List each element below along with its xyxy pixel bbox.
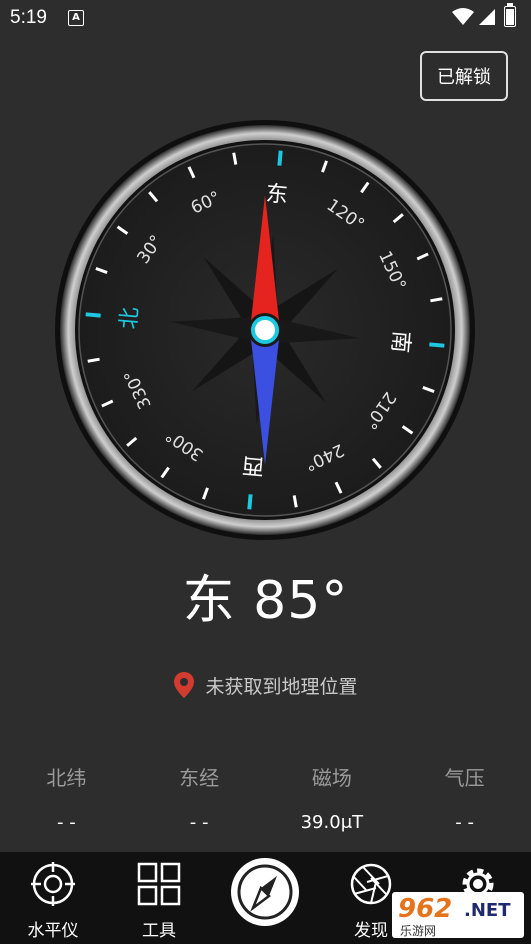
wifi-icon — [452, 8, 474, 25]
watermark-brand: 962 — [398, 894, 453, 924]
stat-longitude: 东经 - - — [133, 762, 266, 833]
unlock-button[interactable]: 已解锁 — [420, 51, 508, 101]
battery-icon — [504, 3, 516, 27]
sensor-stats: 北纬 - - 东经 - - 磁场 39.0μT 气压 - - — [0, 762, 531, 833]
compass-tick — [292, 495, 298, 508]
grid-icon — [137, 862, 181, 906]
compass-tick — [87, 357, 100, 363]
compass-dial: 30° 60° 120° 150° 210° 240° 300° 330° 北东南西 — [0, 110, 531, 550]
nav-level[interactable]: 水平仪 — [3, 852, 103, 944]
status-bar: 5:19 A — [0, 0, 531, 36]
watermark-net: .NET — [464, 900, 511, 921]
compass-tick — [429, 342, 445, 348]
watermark-sub: 乐游网 — [400, 924, 437, 938]
compass-cardinal-label: 西 — [241, 452, 265, 479]
stat-latitude: 北纬 - - — [0, 762, 133, 833]
compass-icon — [237, 864, 293, 920]
compass-cardinal-label: 北 — [117, 306, 144, 330]
stat-label: 东经 — [179, 766, 220, 790]
compass-tick — [85, 312, 101, 318]
compass-tick — [277, 150, 283, 166]
nav-label: 水平仪 — [27, 921, 79, 941]
stat-value: - - — [455, 812, 474, 833]
nav-tools[interactable]: 工具 — [109, 852, 209, 944]
stat-label: 北纬 — [46, 766, 87, 790]
notification-icon: A — [68, 10, 84, 26]
aperture-icon — [350, 863, 392, 905]
watermark-logo: 962 .NET 乐游网 — [392, 892, 524, 938]
compass-tick — [232, 152, 238, 165]
stat-label: 磁场 — [311, 766, 352, 790]
compass-cardinal-label: 东 — [265, 182, 289, 209]
compass-tick — [430, 297, 443, 303]
compass-tick — [247, 494, 253, 510]
nav-compass[interactable] — [231, 858, 299, 926]
location-pin-icon — [174, 672, 195, 698]
stat-value: - - — [57, 812, 76, 833]
stat-value: 39.0μT — [300, 812, 364, 833]
status-time: 5:19 — [10, 7, 47, 28]
signal-icon — [479, 9, 495, 25]
location-status: 未获取到地理位置 — [0, 671, 531, 699]
heading-readout: 东 85° — [182, 571, 349, 631]
stat-value: - - — [189, 812, 209, 833]
stat-pressure: 气压 - - — [398, 762, 531, 833]
stat-magnetic-field: 磁场 39.0μT — [266, 762, 399, 833]
location-text: 未获取到地理位置 — [205, 675, 358, 698]
needle-hub — [251, 316, 279, 344]
compass-cardinal-label: 南 — [387, 330, 414, 354]
nav-label: 工具 — [142, 921, 176, 941]
stat-label: 气压 — [444, 766, 485, 790]
level-target-icon — [31, 862, 75, 906]
